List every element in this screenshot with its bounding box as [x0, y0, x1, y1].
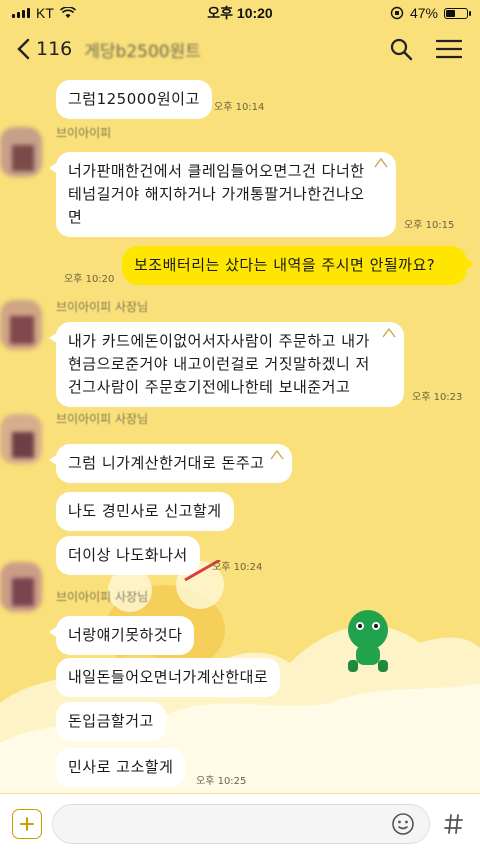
message-time: 오후 10:14	[214, 102, 265, 113]
message-line: 현금으로준거야 내고이런걸로 거짓말하겠니 저	[68, 355, 370, 373]
sender-name: 브이아이피 사장님	[56, 590, 149, 604]
avatar[interactable]	[0, 300, 42, 350]
status-bar: KT 오후 10:20 47%	[0, 0, 480, 26]
message-bubble[interactable]: 더이상 나도화나서	[56, 536, 200, 575]
message-bubble[interactable]: 그럼125000원이고	[56, 80, 212, 119]
message-bubble[interactable]: 그럼 니가계산한거대로 돈주고	[48, 444, 293, 483]
orientation-lock-icon	[390, 6, 404, 20]
search-button[interactable]	[386, 34, 416, 64]
input-bar	[0, 794, 480, 853]
message-input-container[interactable]	[52, 803, 430, 844]
message-text: 민사로 고소할게	[68, 758, 174, 776]
message-text: 그럼 니가계산한거대로 돈주고	[68, 454, 265, 472]
message-bubble[interactable]: 돈입금할거고	[56, 702, 166, 741]
back-button[interactable]: 116	[16, 38, 72, 60]
menu-icon	[436, 39, 462, 59]
search-icon	[390, 38, 413, 61]
message-bubble[interactable]: 내일돈들어오면너가계산한대로	[56, 658, 281, 697]
message-line: 너가판매한건에서 클레임들어오면그건 다너한	[68, 162, 365, 180]
hash-icon	[444, 813, 463, 834]
chat-header: 116 게당b2500원트	[0, 26, 480, 72]
avatar[interactable]	[0, 562, 42, 612]
sender-name: 브이아이피 사장님	[56, 300, 149, 314]
reply-icon	[374, 158, 388, 168]
message-line: 내가 카드에돈이없어서자사람이 주문하고 내가	[68, 332, 370, 350]
emoji-button[interactable]	[389, 810, 417, 838]
chat-area[interactable]: 그럼125000원이고 오후 10:14 브이아이피 너가판매한건에서 클레임들…	[0, 72, 480, 794]
message-text: 나도 경민사로 신고할게	[68, 502, 222, 520]
status-left: KT	[12, 5, 76, 21]
carrier-label: KT	[36, 5, 54, 21]
sender-name: 브이아이피	[56, 126, 112, 140]
chevron-left-icon	[17, 38, 30, 60]
reply-icon	[382, 328, 396, 338]
message-time: 오후 10:23	[412, 392, 463, 403]
message-line: 면	[68, 208, 83, 226]
message-time: 오후 10:24	[212, 562, 263, 573]
message-time: 오후 10:25	[196, 776, 247, 787]
message-bubble[interactable]: 민사로 고소할게	[56, 748, 186, 787]
message-bubble[interactable]: 너가판매한건에서 클레임들어오면그건 다너한 테넘길거야 해지하거나 가개통팔거…	[49, 152, 396, 237]
message-input[interactable]	[65, 815, 389, 832]
plus-icon	[20, 816, 34, 831]
avatar[interactable]	[0, 414, 42, 464]
wifi-icon	[59, 7, 76, 18]
message-text: 돈입금할거고	[68, 712, 154, 730]
sender-name: 브이아이피 사장님	[56, 412, 149, 426]
chat-title: 게당b2500원트	[84, 41, 201, 62]
message-bubble[interactable]: 너랑얘기못하것다	[48, 616, 195, 655]
menu-button[interactable]	[434, 34, 464, 64]
message-bubble[interactable]: 내가 카드에돈이없어서자사람이 주문하고 내가 현금으로준거야 내고이런걸로 거…	[49, 322, 404, 407]
my-message-bubble[interactable]: 보조배터리는 샀다는 내역을 주시면 안될까요?	[122, 246, 474, 285]
message-line: 건그사람이 주문호기전에나한테 보내준거고	[68, 378, 351, 396]
attach-button[interactable]	[12, 808, 42, 839]
status-right: 47%	[390, 5, 471, 21]
message-bubble[interactable]: 나도 경민사로 신고할게	[56, 492, 234, 531]
header-actions	[386, 34, 464, 64]
message-text: 더이상 나도화나서	[68, 546, 188, 564]
emoji-icon	[392, 812, 414, 835]
battery-icon	[444, 7, 471, 19]
message-text: 보조배터리는 샀다는 내역을 주시면 안될까요?	[134, 256, 436, 274]
message-text: 너랑얘기못하것다	[68, 626, 183, 644]
status-time: 오후 10:20	[207, 5, 273, 21]
signal-icon	[12, 8, 30, 18]
battery-percent: 47%	[409, 5, 438, 21]
reply-icon	[270, 450, 284, 460]
message-time: 오후 10:15	[404, 220, 455, 231]
message-text: 내일돈들어오면너가계산한대로	[68, 668, 269, 686]
message-time: 오후 10:20	[64, 274, 115, 285]
avatar[interactable]	[0, 127, 42, 177]
unread-count: 116	[36, 38, 73, 60]
message-text: 그럼125000원이고	[68, 90, 200, 108]
hash-button[interactable]	[440, 810, 468, 838]
message-line: 테넘길거야 해지하거나 가개통팔거나한건나오	[68, 185, 365, 203]
